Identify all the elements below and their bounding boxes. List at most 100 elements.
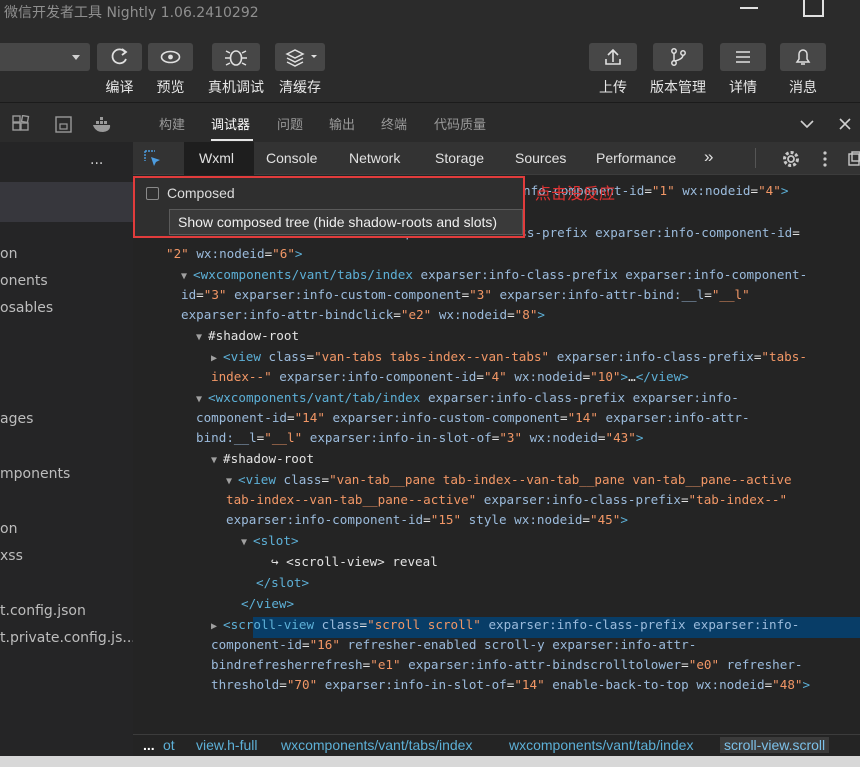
dock-icon[interactable] <box>848 151 860 167</box>
dom-node-line[interactable]: "2" wx:nodeid="6"> <box>166 246 303 261</box>
dom-token: = <box>393 307 401 322</box>
breadcrumb-item[interactable]: view.h-full <box>196 737 257 753</box>
breadcrumb-item[interactable]: ot <box>163 737 175 753</box>
sidebar-item[interactable]: on <box>0 246 17 262</box>
dom-node-line[interactable]: component-id="14" exparser:info-custom-c… <box>196 410 750 425</box>
more-icon[interactable]: ... <box>90 152 103 168</box>
dom-tree[interactable]: <snfo-component-id="1" wx:nodeid="4">▼ #… <box>133 175 860 734</box>
dom-node-line[interactable]: exparser:info-component-id="15" style wx… <box>226 512 628 527</box>
docker-icon[interactable] <box>92 116 114 134</box>
dom-node-line[interactable]: ▶ <scroll-view class="scroll scroll" exp… <box>211 617 799 632</box>
sidebar-item[interactable]: mponents <box>0 466 70 482</box>
dom-token: ↪ <scroll-view> reveal <box>271 554 438 569</box>
dom-node-line[interactable]: </slot> <box>256 575 309 590</box>
dom-token: = <box>423 512 431 527</box>
dom-node-line[interactable]: exparser:info-attr-bindclick="e2" wx:nod… <box>181 307 545 322</box>
kebab-menu-icon[interactable] <box>821 150 829 168</box>
dom-token: bind:__l <box>196 430 257 445</box>
dom-node-line[interactable]: component-id="16" refresher-enabled scro… <box>211 637 696 652</box>
tab-terminal[interactable]: 终端 <box>381 114 407 133</box>
chevron-down-icon[interactable] <box>799 118 815 130</box>
dom-node-line[interactable]: threshold="70" exparser:info-in-slot-of=… <box>211 677 810 692</box>
preview-button[interactable] <box>148 43 193 71</box>
compile-button[interactable] <box>97 43 142 71</box>
save-icon[interactable] <box>54 115 74 135</box>
dom-node-line[interactable]: ▼ #shadow-root <box>211 451 314 466</box>
breadcrumb-item[interactable]: wxcomponents/vant/tab/index <box>509 737 693 753</box>
sidebar-item[interactable]: t.private.config.js... <box>0 630 136 646</box>
composed-label[interactable]: Composed <box>167 185 235 201</box>
dom-token: "2" <box>166 246 189 261</box>
dom-token: = <box>279 677 287 692</box>
expand-triangle-icon[interactable]: ▼ <box>181 271 193 282</box>
tab-sources[interactable]: Sources <box>515 150 566 166</box>
remote-debug-button[interactable] <box>212 43 260 71</box>
collapse-triangle-icon[interactable]: ▶ <box>211 353 223 364</box>
breadcrumb-item-current[interactable]: scroll-view.scroll <box>720 737 830 753</box>
dom-node-line[interactable]: bind:__l="__l" exparser:info-in-slot-of=… <box>196 430 643 445</box>
version-control-button[interactable] <box>653 43 703 71</box>
tab-code-quality[interactable]: 代码质量 <box>434 114 486 133</box>
gear-icon[interactable] <box>781 149 801 169</box>
dom-token: style <box>461 512 507 527</box>
tooltip-text: Show composed tree (hide shadow-roots an… <box>178 214 498 230</box>
dom-node-line[interactable]: </view> <box>241 596 294 611</box>
dom-node-line[interactable]: ▼ <view class="van-tab__pane tab-index--… <box>226 472 792 487</box>
maximize-icon[interactable] <box>803 0 824 17</box>
dom-node-line[interactable]: ▶ <view class="van-tabs tabs-index--van-… <box>211 349 807 364</box>
dom-node-line[interactable]: tab-index--van-tab__pane--active" expars… <box>226 492 787 507</box>
tab-problems[interactable]: 问题 <box>277 114 303 133</box>
sidebar-item[interactable]: t.config.json <box>0 603 86 619</box>
sidebar-item[interactable]: onents <box>0 273 48 289</box>
dom-node-line[interactable]: bindrefresherrefresh = "e1" exparser:info-… <box>211 657 802 672</box>
upload-button[interactable] <box>589 43 637 71</box>
tab-output[interactable]: 输出 <box>329 114 355 133</box>
collapse-triangle-icon[interactable]: ▶ <box>211 621 223 632</box>
tab-network[interactable]: Network <box>349 150 400 166</box>
dom-token: = <box>582 512 590 527</box>
dom-token: > <box>802 677 811 692</box>
more-tabs-icon[interactable]: » <box>704 147 713 167</box>
tab-performance[interactable]: Performance <box>596 150 676 166</box>
minimize-icon[interactable] <box>740 7 758 9</box>
dom-node-line[interactable]: ▼ <wxcomponents/vant/tab/index exparser:… <box>196 390 739 405</box>
tab-storage[interactable]: Storage <box>435 150 484 166</box>
dom-token: > <box>780 183 789 198</box>
dom-token: exparser:info-component-id <box>587 225 793 240</box>
dom-node-line[interactable]: ▼ <wxcomponents/vant/tabs/index exparser… <box>181 267 807 282</box>
expand-triangle-icon[interactable]: ▼ <box>211 455 223 466</box>
breadcrumb-ellipsis[interactable]: ... <box>143 737 155 753</box>
breadcrumb-item[interactable]: wxcomponents/vant/tabs/index <box>281 737 472 753</box>
sidebar-item[interactable]: osables <box>0 300 53 316</box>
expand-triangle-icon[interactable]: ▼ <box>196 394 208 405</box>
dom-token: "1" <box>651 183 675 198</box>
close-icon[interactable] <box>838 117 852 131</box>
dom-node-line[interactable]: ▼ <slot> <box>241 533 299 548</box>
dom-token: exparser:info-attr- <box>597 410 750 425</box>
dom-node-line[interactable]: ▼ #shadow-root <box>196 328 299 343</box>
expand-triangle-icon[interactable]: ▼ <box>196 332 208 343</box>
components-icon[interactable] <box>12 115 32 135</box>
dom-token: "3" <box>499 430 523 445</box>
dom-node-line[interactable]: ↪ <scroll-view> reveal <box>271 554 438 569</box>
tab-build[interactable]: 构建 <box>159 114 185 133</box>
composed-checkbox[interactable] <box>146 187 159 200</box>
sidebar-item[interactable]: on <box>0 521 17 537</box>
dom-token: component-id <box>196 410 287 425</box>
tab-debugger[interactable]: 调试器 <box>211 114 250 133</box>
expand-triangle-icon[interactable]: ▼ <box>241 537 253 548</box>
details-button[interactable] <box>720 43 766 71</box>
mode-select[interactable] <box>0 43 90 71</box>
inspect-icon[interactable] <box>144 150 162 168</box>
expand-triangle-icon[interactable]: ▼ <box>226 476 238 487</box>
tab-console[interactable]: Console <box>266 150 317 166</box>
sidebar-item[interactable]: ages <box>0 411 33 427</box>
dom-token: exparser:info-component-id <box>226 512 424 527</box>
dom-node-line[interactable]: id="3" exparser:info-custom-component="3… <box>181 287 750 302</box>
dom-token: bindrefresherrefresh <box>211 657 363 672</box>
dom-node-line[interactable]: index--" exparser:info-component-id="4" … <box>211 369 689 384</box>
tab-wxml[interactable]: Wxml <box>199 150 234 166</box>
messages-button[interactable] <box>780 43 826 71</box>
clear-cache-button[interactable] <box>275 43 325 71</box>
sidebar-item[interactable]: xss <box>0 548 23 564</box>
